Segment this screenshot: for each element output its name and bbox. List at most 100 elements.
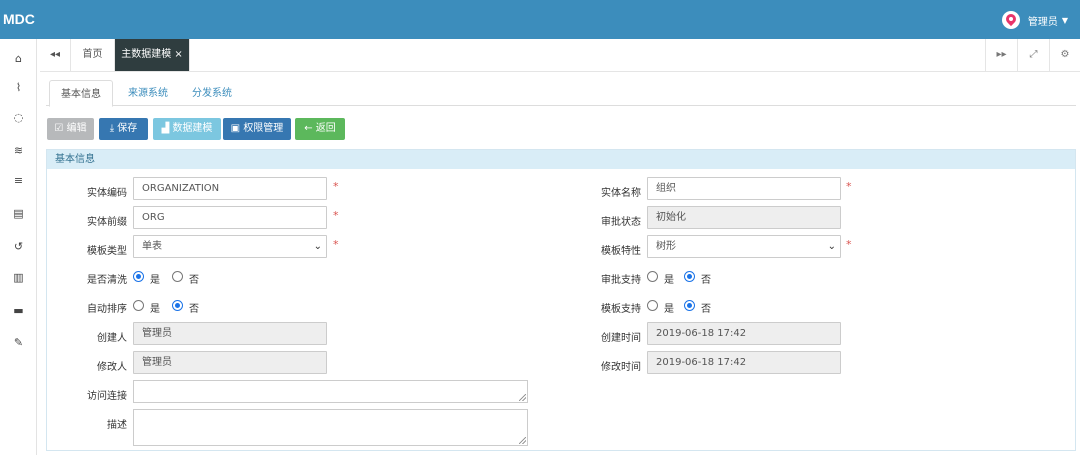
list-icon[interactable]: ≡ [0, 174, 37, 187]
subtab-source-systems[interactable]: 来源系统 [118, 80, 178, 107]
subtab-basic-info[interactable]: 基本信息 [49, 80, 113, 107]
approval-support-label: 审批支持 [601, 275, 641, 286]
modify-time-label: 修改时间 [601, 362, 641, 373]
creator-label: 创建人 [97, 333, 127, 344]
template-feature-value: 树形 [656, 241, 676, 252]
is-clean-no-label: 否 [189, 275, 199, 286]
template-support-no-label: 否 [701, 304, 711, 315]
approval-status-label: 审批状态 [601, 217, 641, 228]
fullscreen-icon: ⤢ [1029, 49, 1038, 60]
card-icon[interactable]: ▤ [0, 207, 37, 220]
template-support-label: 模板支持 [601, 304, 641, 315]
is-clean-no-radio[interactable] [172, 271, 183, 282]
create-time-label: 创建时间 [601, 333, 641, 344]
chevron-down-icon: ⌄ [313, 241, 322, 252]
required-mark: * [333, 180, 339, 193]
description-label: 描述 [107, 420, 127, 431]
app-logo[interactable]: MDC [0, 0, 40, 39]
database-icon[interactable]: ≋ [0, 144, 37, 157]
approval-support-yes-radio[interactable] [647, 271, 658, 282]
fullscreen-button[interactable]: ⤢ [1017, 39, 1049, 71]
archive-icon[interactable]: ▬ [0, 304, 37, 317]
auto-sort-yes-radio[interactable] [133, 300, 144, 311]
subtab-bar: 基本信息 来源系统 分发系统 [46, 76, 1076, 107]
double-chevron-right-icon: ▸▸ [996, 49, 1007, 60]
close-icon[interactable]: × [174, 49, 182, 60]
required-mark: * [846, 238, 852, 251]
save-button[interactable]: ⤓ 保存 [99, 118, 148, 140]
gear-icon: ⚙ [1060, 49, 1070, 60]
modify-time-field: 2019-06-18 17:42 [647, 351, 841, 374]
page-tab-bar: ◂◂ 首页 主数据建模 × ▸▸ ⤢ ⚙ [40, 39, 1080, 72]
sidebar: ⌂ ⌇ ◌ ≋ ≡ ▤ ↺ ▥ ▬ ✎ [0, 39, 37, 455]
wrench-icon[interactable]: ✎ [0, 336, 37, 349]
tab-scroll-left-button[interactable]: ◂◂ [40, 39, 71, 71]
template-feature-label: 模板特性 [601, 246, 641, 257]
briefcase-icon: ▣ [230, 123, 241, 134]
edit-button[interactable]: ☑ 编辑 [47, 118, 94, 140]
entity-prefix-label: 实体前缀 [87, 217, 127, 228]
bar-chart-icon: ▟ [161, 123, 170, 134]
entity-name-label: 实体名称 [601, 188, 641, 199]
auto-sort-no-radio[interactable] [172, 300, 183, 311]
entity-code-input[interactable]: ORGANIZATION [133, 177, 327, 200]
main-content: 基本信息 来源系统 分发系统 ☑ 编辑 ⤓ 保存 ▟ 数据建模 ▣ 权限管理 ←… [46, 76, 1076, 451]
template-support-yes-label: 是 [664, 304, 674, 315]
access-link-textarea[interactable] [133, 380, 528, 403]
template-type-value: 单表 [142, 241, 162, 252]
modifier-label: 修改人 [97, 362, 127, 373]
back-button[interactable]: ← 返回 [295, 118, 345, 140]
data-modeling-button[interactable]: ▟ 数据建模 [153, 118, 221, 140]
auto-sort-no-label: 否 [189, 304, 199, 315]
data-modeling-button-label: 数据建模 [172, 123, 213, 134]
template-type-select[interactable]: 单表 ⌄ [133, 235, 327, 258]
access-link-label: 访问连接 [87, 391, 127, 402]
chevron-down-icon: ⌄ [827, 241, 836, 252]
edit-icon: ☑ [54, 123, 64, 134]
tab-home[interactable]: 首页 [71, 39, 115, 71]
required-mark: * [333, 209, 339, 222]
create-time-field: 2019-06-18 17:42 [647, 322, 841, 345]
subtab-distribution-systems[interactable]: 分发系统 [182, 80, 242, 107]
template-support-no-radio[interactable] [684, 300, 695, 311]
is-clean-yes-radio[interactable] [133, 271, 144, 282]
template-feature-select[interactable]: 树形 ⌄ [647, 235, 841, 258]
chevron-down-icon: ▼ [1061, 15, 1068, 25]
permission-management-button[interactable]: ▣ 权限管理 [223, 118, 291, 140]
top-navbar: MDC 管理员 ▼ [0, 0, 1080, 39]
spinner-icon[interactable]: ◌ [0, 111, 37, 124]
entity-name-input[interactable]: 组织 [647, 177, 841, 200]
basic-info-panel: 基本信息 实体编码 ORGANIZATION * 实体名称 组织 * 实体前缀 … [46, 149, 1076, 451]
history-icon[interactable]: ↺ [0, 240, 37, 253]
user-avatar-icon [1001, 11, 1020, 29]
chart-icon[interactable]: ⌇ [0, 81, 37, 94]
template-support-yes-radio[interactable] [647, 300, 658, 311]
save-button-label: 保存 [117, 123, 138, 134]
edit-button-label: 编辑 [66, 123, 87, 134]
description-textarea[interactable] [133, 409, 528, 446]
download-icon: ⤓ [109, 123, 115, 134]
approval-status-field: 初始化 [647, 206, 841, 229]
permission-button-label: 权限管理 [243, 123, 284, 134]
approval-support-no-label: 否 [701, 275, 711, 286]
auto-sort-yes-label: 是 [150, 304, 160, 315]
film-icon[interactable]: ▥ [0, 271, 37, 284]
double-chevron-left-icon: ◂◂ [49, 49, 61, 60]
tab-master-data-modeling[interactable]: 主数据建模 × [115, 39, 190, 71]
user-menu[interactable]: 管理员 ▼ [1001, 10, 1068, 30]
is-clean-yes-label: 是 [150, 275, 160, 286]
home-icon[interactable]: ⌂ [0, 52, 37, 65]
is-clean-label: 是否清洗 [87, 275, 127, 286]
tab-settings-button[interactable]: ⚙ [1049, 39, 1080, 71]
required-mark: * [333, 238, 339, 251]
modifier-field: 管理员 [133, 351, 327, 374]
tab-label: 主数据建模 [121, 49, 172, 60]
entity-prefix-input[interactable]: ORG [133, 206, 327, 229]
user-name: 管理员 [1027, 16, 1058, 28]
approval-support-no-radio[interactable] [684, 271, 695, 282]
arrow-left-icon: ← [304, 123, 313, 134]
tab-scroll-right-button[interactable]: ▸▸ [985, 39, 1017, 71]
required-mark: * [846, 180, 852, 193]
approval-support-yes-label: 是 [664, 275, 674, 286]
entity-code-label: 实体编码 [87, 188, 127, 199]
